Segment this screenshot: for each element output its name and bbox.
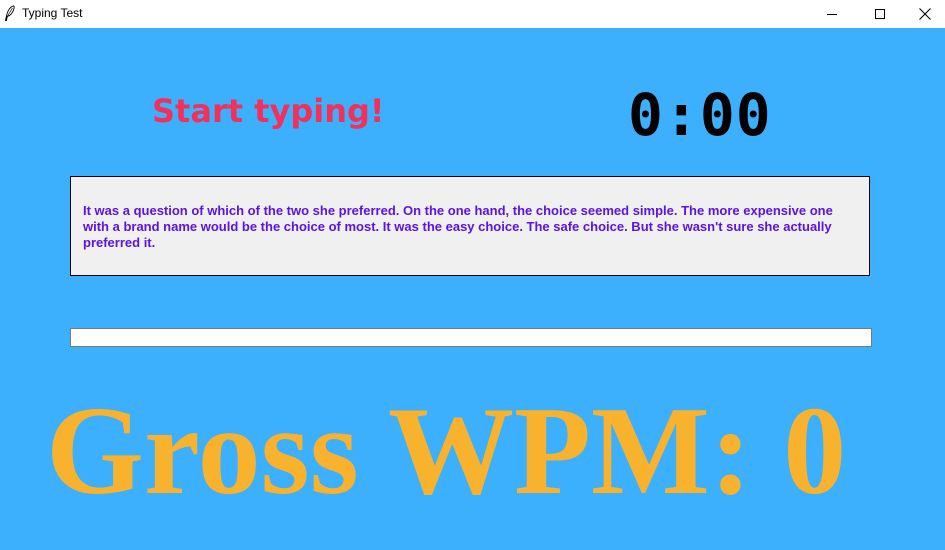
minimize-button[interactable] <box>809 0 855 28</box>
maximize-icon <box>875 9 885 19</box>
window-title: Typing Test <box>22 6 83 20</box>
typing-input[interactable] <box>70 328 872 347</box>
minimize-icon <box>827 9 837 19</box>
passage-panel: It was a question of which of the two sh… <box>70 176 870 276</box>
maximize-button[interactable] <box>857 0 903 28</box>
wpm-readout: Gross WPM: 0 <box>46 382 847 521</box>
close-button[interactable] <box>902 0 945 28</box>
timer-display: 0:00 <box>628 81 772 149</box>
status-label: Start typing! <box>152 92 385 130</box>
title-bar[interactable]: Typing Test <box>0 0 945 28</box>
close-icon <box>919 8 931 20</box>
passage-text: It was a question of which of the two sh… <box>83 203 833 250</box>
feather-icon <box>4 5 16 22</box>
typing-test-window: Typing Test Start typing! 0:00 It was a … <box>0 0 945 550</box>
